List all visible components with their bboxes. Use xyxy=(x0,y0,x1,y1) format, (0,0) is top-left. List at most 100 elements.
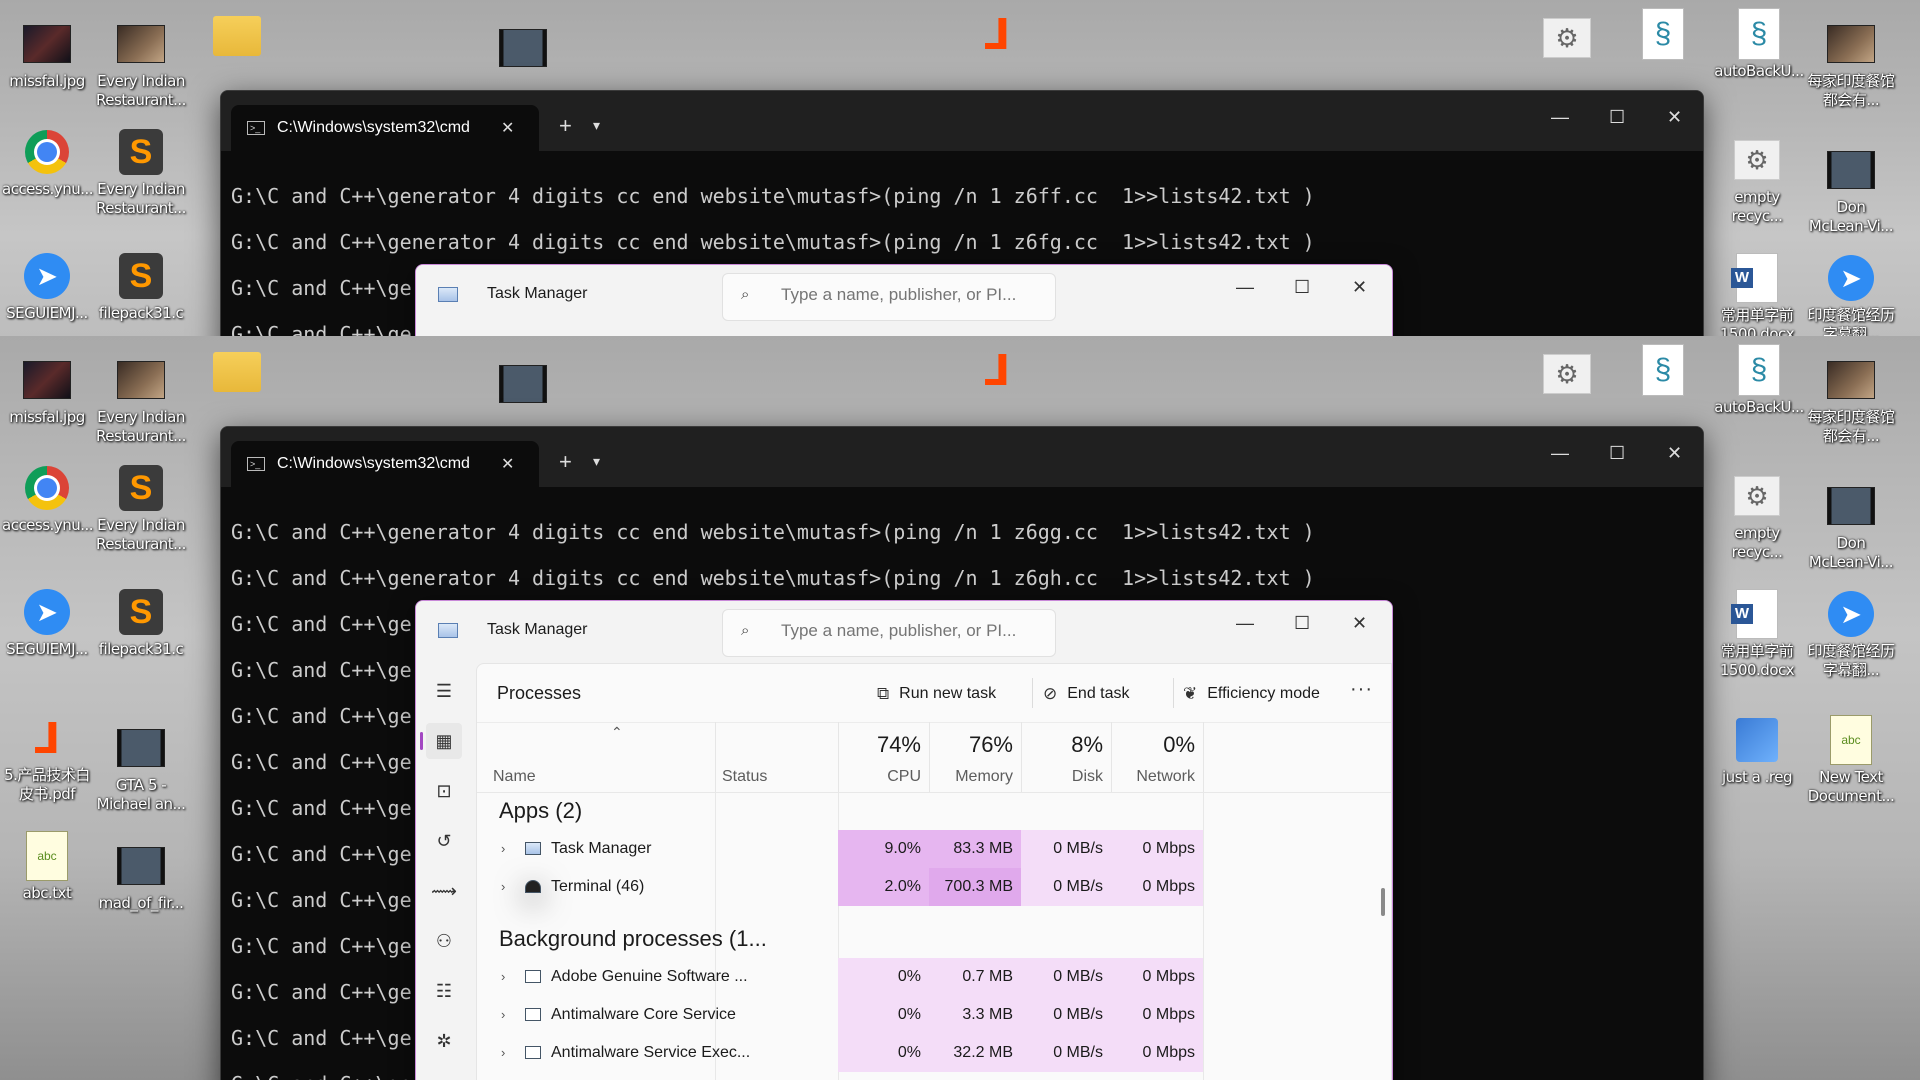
desktop-icon-indian-subtitle[interactable]: ➤ 印度餐馆经历字幕翻... xyxy=(1806,590,1896,680)
desktop-icon-gta5[interactable]: GTA 5 - Michael an... xyxy=(96,724,186,814)
column-name[interactable]: Name xyxy=(493,768,536,786)
desktop-icon-every-indian-sublime[interactable]: S Every Indian Restaurant... xyxy=(96,464,186,554)
desktop-icon-seguiemj[interactable]: ➤ SEGUIEMJ... xyxy=(2,588,92,659)
desktop-icon-gear-box[interactable]: ⚙ xyxy=(1522,350,1612,402)
desktop-icon-missfal[interactable]: missfal.jpg xyxy=(2,20,92,91)
minimize-button[interactable]: — xyxy=(1551,107,1569,128)
desktop-icon-every-indian-video[interactable]: Every Indian Restaurant... xyxy=(96,356,186,446)
nav-users-icon[interactable]: ⚇ xyxy=(426,923,462,959)
efficiency-mode-button[interactable]: ❦ Efficiency mode xyxy=(1183,684,1320,704)
maximize-button[interactable]: ☐ xyxy=(1294,277,1310,298)
close-button[interactable]: ✕ xyxy=(1352,613,1367,634)
desktop-icon-empty-recycle[interactable]: ⚙ empty recyc... xyxy=(1712,472,1802,562)
table-row[interactable]: › Antimalware Service Exec... 0% 32.2 MB… xyxy=(477,1034,1391,1072)
tab-dropdown-button[interactable]: ▾ xyxy=(593,453,600,470)
desktop-icon-video[interactable] xyxy=(478,360,568,412)
desktop-icon-filepack31[interactable]: S filepack31.c xyxy=(96,588,186,659)
table-row[interactable]: › Terminal (46) 2.0% 700.3 MB 0 MB/s 0 M… xyxy=(477,868,1391,906)
table-row[interactable]: › Task Manager 9.0% 83.3 MB 0 MB/s 0 Mbp… xyxy=(477,830,1391,868)
terminal-tab[interactable]: >_ C:\Windows\system32\cmd ✕ xyxy=(231,105,539,151)
search-box[interactable]: ⌕ xyxy=(722,609,1056,657)
folder-icon xyxy=(213,16,261,56)
chevron-right-icon[interactable]: › xyxy=(501,868,505,906)
desktop-icon-abc-txt[interactable]: abc abc.txt xyxy=(2,831,92,903)
column-cpu[interactable]: 74% CPU xyxy=(838,722,929,792)
task-manager-window[interactable]: Task Manager ⌕ — ☐ ✕ ☰ ▦ ⊡ ↺ ⟿ ⚇ ☷ ✲ Pro… xyxy=(415,600,1393,1080)
chevron-right-icon[interactable]: › xyxy=(501,830,505,868)
column-disk[interactable]: 8% Disk xyxy=(1021,722,1111,792)
close-button[interactable]: ✕ xyxy=(1667,443,1682,464)
desktop-icon-filepack31[interactable]: S filepack31.c xyxy=(96,252,186,323)
maximize-button[interactable]: ☐ xyxy=(1609,107,1625,128)
desktop-icon-indian-photo[interactable]: 每家印度餐馆都会有... xyxy=(1806,356,1896,446)
scrollbar-thumb[interactable] xyxy=(1381,888,1385,916)
desktop-icon-word-doc[interactable]: 常用单字前1500.docx xyxy=(1712,589,1802,680)
hamburger-menu-icon[interactable]: ☰ xyxy=(426,673,462,709)
desktop-icon-empty-recycle[interactable]: ⚙ empty recyc... xyxy=(1712,136,1802,226)
chevron-right-icon[interactable]: › xyxy=(501,996,505,1034)
terminal-tab[interactable]: >_ C:\Windows\system32\cmd ✕ xyxy=(231,441,539,487)
desktop-icon-every-indian-video[interactable]: Every Indian Restaurant... xyxy=(96,20,186,110)
desktop-icon-don-mclean[interactable]: Don McLean-Vi... xyxy=(1806,482,1896,572)
task-manager-window[interactable]: Task Manager ⌕ — ☐ ✕ xyxy=(415,264,1393,336)
nav-processes-icon[interactable]: ▦ xyxy=(420,723,462,759)
desktop-icon-access-ynu[interactable]: access.ynu... xyxy=(2,464,94,535)
desktop-icon-every-indian-sublime[interactable]: S Every Indian Restaurant... xyxy=(96,128,186,218)
desktop-icon-mad-of-fir[interactable]: mad_of_fir... xyxy=(96,842,186,913)
desktop-icon-autobackup[interactable]: § autoBackU... xyxy=(1714,8,1804,81)
divider xyxy=(1173,678,1174,708)
table-row[interactable]: › Adobe Genuine Software ... 0% 0.7 MB 0… xyxy=(477,958,1391,996)
search-input[interactable] xyxy=(779,284,1043,306)
nav-details-icon[interactable]: ☷ xyxy=(426,973,462,1009)
nav-performance-icon[interactable]: ⊡ xyxy=(426,773,462,809)
desktop-icon-new-text-document[interactable]: abc New Text Document... xyxy=(1806,715,1896,806)
desktop-icon-missfal[interactable]: missfal.jpg xyxy=(2,356,92,427)
minimize-button[interactable]: — xyxy=(1551,443,1569,464)
chevron-right-icon[interactable]: › xyxy=(501,958,505,996)
desktop-icon-don-mclean[interactable]: Don McLean-Vi... xyxy=(1806,146,1896,236)
desktop-icon-folder[interactable] xyxy=(192,348,282,400)
search-input[interactable] xyxy=(779,620,1043,642)
desktop-icon-script[interactable]: § xyxy=(1618,344,1708,398)
column-network[interactable]: 0% Network xyxy=(1111,722,1204,792)
desktop-icon-access-ynu[interactable]: access.ynu... xyxy=(2,128,94,199)
desktop-icon-video[interactable] xyxy=(478,24,568,76)
desktop-icon-word-doc[interactable]: 常用单字前1500.docx xyxy=(1712,253,1802,336)
minimize-button[interactable]: — xyxy=(1236,613,1254,634)
table-row[interactable]: › Antimalware Core Service 0% 3.3 MB 0 M… xyxy=(477,996,1391,1034)
more-options-button[interactable]: ··· xyxy=(1350,678,1373,701)
tab-close-icon[interactable]: ✕ xyxy=(501,454,514,474)
tab-dropdown-button[interactable]: ▾ xyxy=(593,117,600,134)
desktop-icon-foxit[interactable]: ᒧ xyxy=(952,10,1042,62)
desktop-icon-seguiemj[interactable]: ➤ SEGUIEMJ... xyxy=(2,252,92,323)
minimize-button[interactable]: — xyxy=(1236,277,1254,298)
chevron-right-icon[interactable]: › xyxy=(501,1034,505,1072)
new-tab-button[interactable]: + xyxy=(559,449,572,475)
tab-close-icon[interactable]: ✕ xyxy=(501,118,514,138)
desktop-icon-whitepaper-pdf[interactable]: ᒧ 5.产品技术白皮书.pdf xyxy=(2,714,92,804)
run-new-task-button[interactable]: ⧉ Run new task xyxy=(877,684,996,704)
column-memory[interactable]: 76% Memory xyxy=(929,722,1021,792)
terminal-tab-title: C:\Windows\system32\cmd xyxy=(277,455,470,472)
end-task-button[interactable]: ⊘ End task xyxy=(1043,684,1130,704)
new-tab-button[interactable]: + xyxy=(559,113,572,139)
desktop-icon-gear-box[interactable]: ⚙ xyxy=(1522,14,1612,66)
search-box[interactable]: ⌕ xyxy=(722,273,1056,321)
nav-services-icon[interactable]: ✲ xyxy=(426,1023,462,1059)
close-button[interactable]: ✕ xyxy=(1667,107,1682,128)
desktop-icon-just-a-reg[interactable]: just a .reg xyxy=(1712,716,1802,787)
desktop-icon-indian-photo[interactable]: 每家印度餐馆都会有... xyxy=(1806,20,1896,110)
nav-startup-apps-icon[interactable]: ⟿ xyxy=(426,873,462,909)
memory-cell: 0.7 MB xyxy=(929,958,1021,996)
desktop-icon-autobackup[interactable]: § autoBackU... xyxy=(1714,344,1804,417)
column-status[interactable]: Status xyxy=(715,722,838,792)
sort-ascending-icon[interactable]: ⌃ xyxy=(611,724,623,741)
desktop-icon-script[interactable]: § xyxy=(1618,8,1708,62)
desktop-icon-folder[interactable] xyxy=(192,12,282,64)
maximize-button[interactable]: ☐ xyxy=(1294,613,1310,634)
nav-app-history-icon[interactable]: ↺ xyxy=(426,823,462,859)
maximize-button[interactable]: ☐ xyxy=(1609,443,1625,464)
close-button[interactable]: ✕ xyxy=(1352,277,1367,298)
desktop-icon-indian-subtitle[interactable]: ➤ 印度餐馆经历字幕翻... xyxy=(1806,254,1896,336)
desktop-icon-foxit[interactable]: ᒧ xyxy=(952,346,1042,398)
